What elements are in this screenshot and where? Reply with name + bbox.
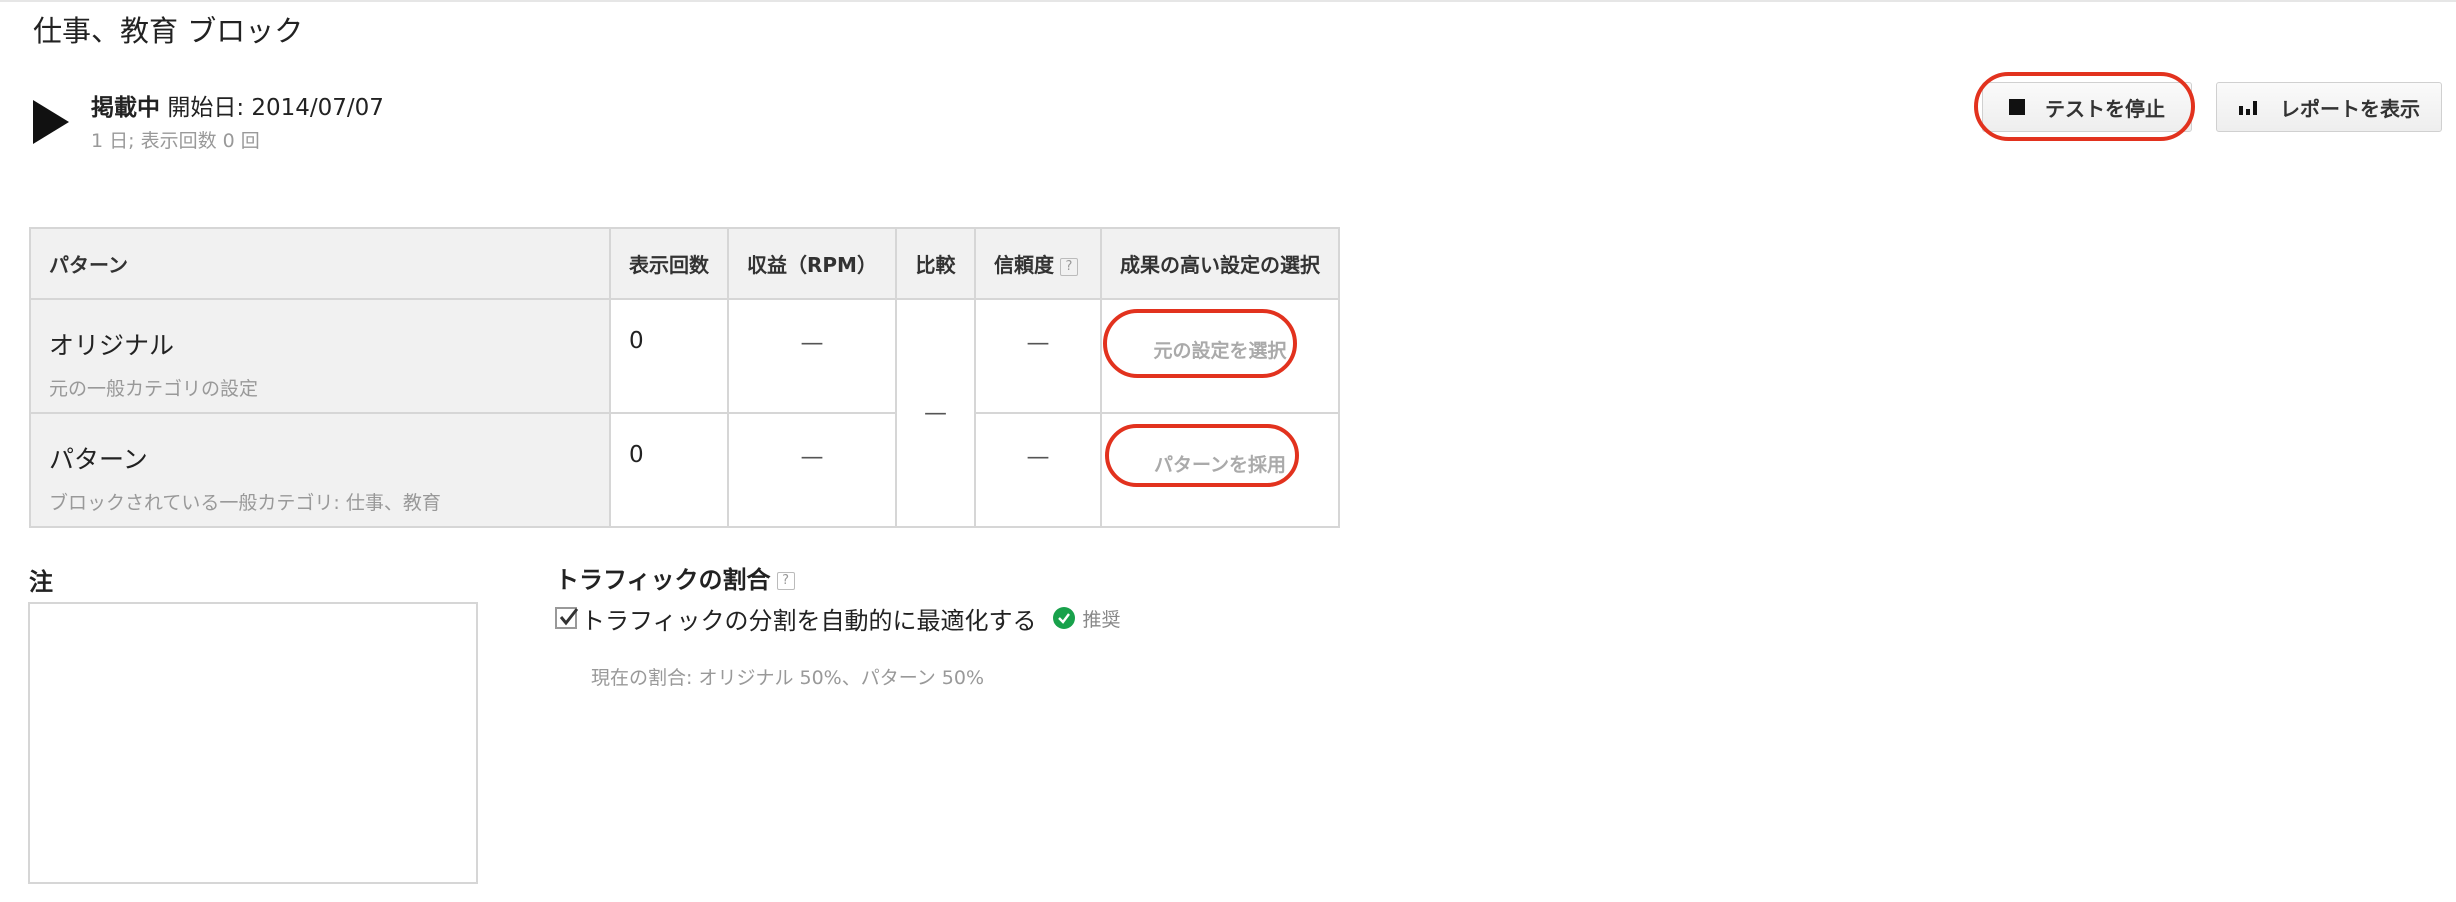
header-select: 成果の高い設定の選択: [1099, 227, 1340, 300]
pattern-name: パターン: [49, 445, 148, 474]
current-ratio: 現在の割合: オリジナル 50%、パターン 50%: [591, 667, 985, 689]
notes-textarea[interactable]: [28, 602, 478, 884]
notes-label: 注: [29, 568, 53, 596]
experiment-table: パターン 表示回数 収益（RPM） 比較 信頼度? 成果の高い設定の選択 オリジ…: [29, 227, 1340, 528]
status-line: 掲載中 開始日: 2014/07/07: [91, 88, 384, 122]
select-cell: パターンを採用: [1099, 412, 1340, 528]
auto-optimize-label[interactable]: トラフィックの分割を自動的に最適化する: [581, 601, 1037, 636]
status-summary: 1 日; 表示回数 0 回: [91, 130, 260, 152]
pattern-cell: パターン ブロックされている一般カテゴリ: 仕事、教育: [29, 412, 611, 528]
check-circle-icon: [1052, 607, 1075, 629]
header-confidence-label: 信頼度: [993, 253, 1054, 277]
table-row: オリジナル 元の一般カテゴリの設定 0 — — — 元の設定を選択: [29, 298, 1340, 528]
adopt-pattern-button[interactable]: パターンを採用: [1140, 440, 1300, 487]
pattern-cell: オリジナル 元の一般カテゴリの設定: [29, 298, 611, 414]
confidence-cell: —: [973, 298, 1102, 414]
auto-optimize-row: トラフィックの分割を自動的に最適化する 推奨: [555, 601, 1121, 636]
traffic-help-icon[interactable]: ?: [776, 572, 795, 590]
header-compare: 比較: [894, 227, 976, 300]
table-row: パターン ブロックされている一般カテゴリ: 仕事、教育 0 — — パターンを採…: [29, 412, 1340, 528]
traffic-title-label: トラフィックの割合: [555, 566, 771, 594]
play-icon: [33, 100, 69, 144]
pattern-description: ブロックされている一般カテゴリ: 仕事、教育: [49, 492, 441, 514]
recommended-label: 推奨: [1082, 608, 1121, 631]
compare-cell: —: [894, 298, 976, 528]
checkmark-icon: [559, 608, 579, 626]
header-confidence: 信頼度?: [973, 227, 1102, 300]
impressions-cell: 0: [609, 412, 729, 528]
header-pattern: パターン: [29, 227, 611, 300]
view-report-button[interactable]: レポートを表示: [2216, 82, 2442, 132]
traffic-allocation-title: トラフィックの割合?: [555, 560, 795, 595]
stop-test-label: テストを停止: [2045, 96, 2165, 121]
select-original-button[interactable]: 元の設定を選択: [1139, 326, 1300, 373]
status-start-date: 開始日: 2014/07/07: [167, 95, 384, 121]
impressions-cell: 0: [609, 298, 729, 414]
stop-test-button[interactable]: テストを停止: [1982, 82, 2192, 132]
page-title: 仕事、教育 ブロック: [33, 14, 304, 48]
revenue-cell: —: [727, 412, 897, 528]
header-revenue: 収益（RPM）: [727, 227, 897, 300]
table-header-row: パターン 表示回数 収益（RPM） 比較 信頼度? 成果の高い設定の選択: [29, 227, 1340, 300]
confidence-cell: —: [973, 412, 1102, 528]
revenue-cell: —: [727, 298, 897, 414]
status-state: 掲載中: [91, 95, 160, 121]
auto-optimize-checkbox[interactable]: [555, 607, 579, 629]
header-impressions: 表示回数: [609, 227, 729, 300]
stop-icon: [2009, 99, 2025, 115]
select-cell: 元の設定を選択: [1099, 298, 1340, 414]
bar-chart-icon: [2239, 101, 2257, 115]
view-report-label: レポートを表示: [2280, 96, 2420, 121]
confidence-help-icon[interactable]: ?: [1059, 257, 1078, 276]
top-divider: [0, 0, 2456, 2]
pattern-description: 元の一般カテゴリの設定: [49, 378, 259, 400]
pattern-name: オリジナル: [49, 331, 175, 360]
